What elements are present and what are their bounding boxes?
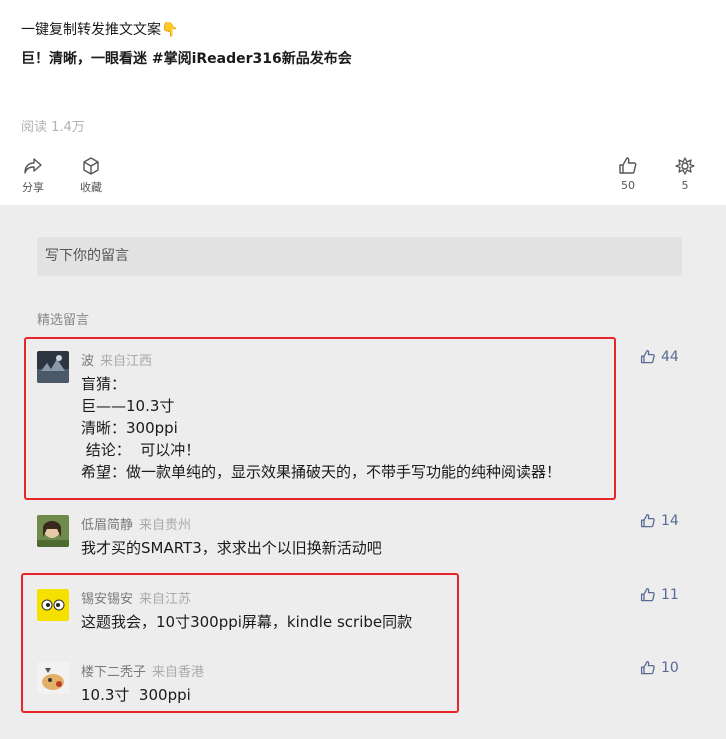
thumbs-up-icon bbox=[640, 587, 655, 602]
comment-like-count: 11 bbox=[661, 587, 679, 603]
highlight-box bbox=[24, 337, 616, 500]
thumbs-up-icon bbox=[640, 660, 655, 675]
read-count: 阅读 1.4万 bbox=[21, 120, 85, 135]
share-button[interactable]: 分享 bbox=[20, 156, 46, 195]
collect-label: 收藏 bbox=[80, 181, 102, 194]
article-footer: 一键复制转发推文文案👇 巨！清晰，一眼看迷 #掌阅iReader316新品发布会… bbox=[0, 0, 726, 205]
wow-count: 5 bbox=[681, 179, 689, 192]
share-icon bbox=[24, 158, 42, 174]
like-button[interactable]: 50 bbox=[615, 156, 641, 192]
avatar[interactable] bbox=[37, 515, 69, 547]
comment-like-count: 44 bbox=[661, 349, 679, 365]
featured-comments-label: 精选留言 bbox=[37, 313, 90, 328]
commenter-location: 来自贵州 bbox=[139, 518, 192, 533]
comment-section: 写下你的留言 精选留言 波来自江西 盲猜： 巨——10.3寸 清晰：300ppi… bbox=[0, 205, 726, 739]
flower-icon bbox=[675, 157, 695, 175]
thumbs-up-icon bbox=[640, 349, 655, 364]
comment-like-button[interactable]: 44 bbox=[640, 349, 679, 365]
comment-like-count: 10 bbox=[661, 660, 679, 676]
like-count: 50 bbox=[621, 179, 635, 192]
collect-button[interactable]: 收藏 bbox=[78, 156, 104, 195]
promo-text: 一键复制转发推文文案👇 bbox=[21, 22, 179, 38]
comment-input[interactable]: 写下你的留言 bbox=[37, 237, 682, 276]
comment-like-button[interactable]: 14 bbox=[640, 513, 679, 529]
highlight-box bbox=[21, 573, 459, 713]
comment-like-button[interactable]: 11 bbox=[640, 587, 679, 603]
comment-like-button[interactable]: 10 bbox=[640, 660, 679, 676]
promo-headline: 巨！清晰，一眼看迷 #掌阅iReader316新品发布会 bbox=[21, 51, 352, 67]
comment-line: 我才买的SMART3，求求出个以旧换新活动吧 bbox=[81, 539, 382, 557]
share-label: 分享 bbox=[22, 181, 44, 194]
cube-icon bbox=[83, 157, 99, 175]
commenter-name[interactable]: 低眉简静 bbox=[81, 518, 133, 533]
thumbs-up-icon bbox=[640, 513, 655, 528]
comment-like-count: 14 bbox=[661, 513, 679, 529]
thumbs-up-icon bbox=[619, 157, 637, 174]
wow-button[interactable]: 5 bbox=[672, 156, 698, 192]
comment-text: 我才买的SMART3，求求出个以旧换新活动吧 bbox=[81, 537, 382, 559]
